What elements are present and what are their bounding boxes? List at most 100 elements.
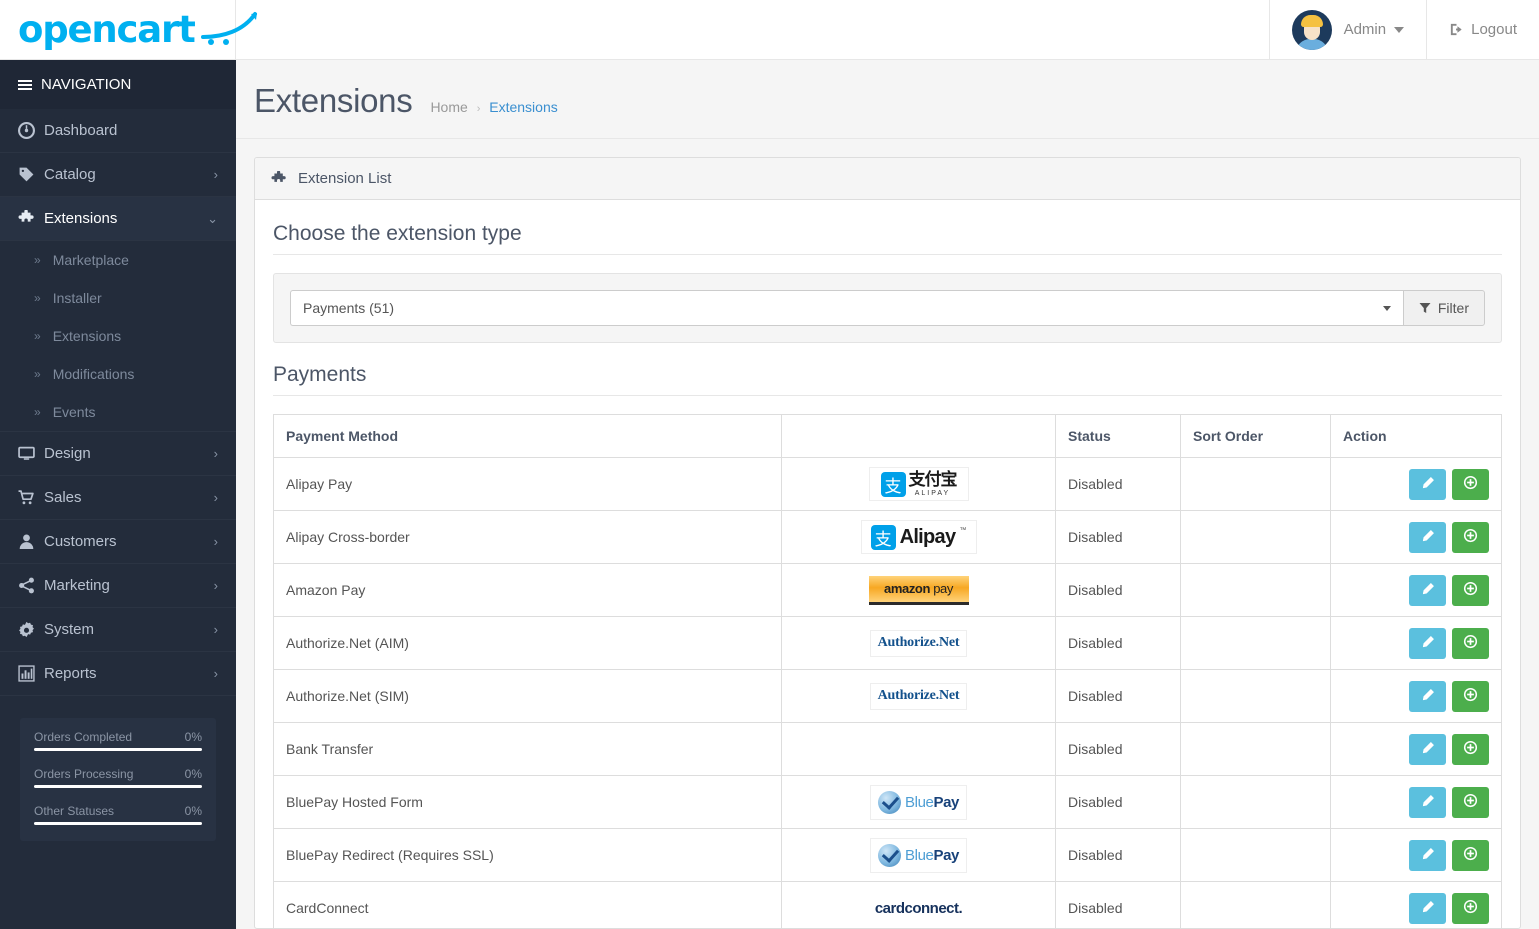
- cell-action: [1330, 457, 1502, 511]
- edit-button[interactable]: [1409, 521, 1446, 553]
- sidebar-item-system[interactable]: System ›: [0, 608, 236, 652]
- breadcrumb-separator-icon: ›: [476, 103, 481, 115]
- table-header-row: Payment Method Status Sort Order Action: [273, 414, 1502, 458]
- sidebar-item-customers[interactable]: Customers ›: [0, 520, 236, 564]
- stat-other-statuses-label: Other Statuses: [34, 804, 115, 818]
- admin-page: opencart Admin Logout NAVIGATION Dashboa…: [0, 0, 1539, 929]
- plus-circle-icon: [1463, 793, 1478, 811]
- cell-sort-order: [1180, 669, 1331, 723]
- sidebar-item-sales[interactable]: Sales ›: [0, 476, 236, 520]
- breadcrumb-home[interactable]: Home: [430, 99, 467, 115]
- chevron-right-icon: ›: [213, 578, 218, 593]
- cell-logo: 支支付宝 ALIPAY: [781, 457, 1056, 511]
- sidebar-item-installer[interactable]: » Installer: [0, 279, 236, 317]
- page-header: Extensions Home › Extensions: [236, 60, 1539, 139]
- sidebar-item-design[interactable]: Design ›: [0, 432, 236, 476]
- authorize-net-logo: Authorize.Net: [870, 682, 967, 710]
- cell-action: [1330, 563, 1502, 617]
- sidebar-nav-title[interactable]: NAVIGATION: [0, 60, 236, 109]
- pencil-icon: [1421, 847, 1435, 864]
- chevron-down-icon: [1382, 305, 1391, 311]
- pencil-icon: [1421, 476, 1435, 493]
- monitor-icon: [18, 445, 44, 462]
- amazon-pay-logo: amazon pay: [868, 575, 969, 605]
- cell-status: Disabled: [1055, 722, 1181, 776]
- install-button[interactable]: [1452, 627, 1489, 659]
- sidebar-item-modifications[interactable]: » Modifications: [0, 355, 236, 393]
- edit-button[interactable]: [1409, 680, 1446, 712]
- header-sort-order: Sort Order: [1180, 414, 1331, 458]
- plus-circle-icon: [1463, 634, 1478, 652]
- double-chevron-icon: »: [34, 405, 41, 419]
- cell-payment-method: CardConnect: [273, 881, 782, 928]
- panel-body: Choose the extension type Payments (51): [255, 200, 1520, 928]
- edit-button[interactable]: [1409, 733, 1446, 765]
- top-bar: opencart Admin Logout: [0, 0, 1539, 60]
- puzzle-icon: [271, 170, 287, 187]
- edit-button[interactable]: [1409, 839, 1446, 871]
- edit-button[interactable]: [1409, 786, 1446, 818]
- cell-status: Disabled: [1055, 563, 1181, 617]
- plus-circle-icon: [1463, 687, 1478, 705]
- install-button[interactable]: [1452, 574, 1489, 606]
- sidebar-item-marketplace[interactable]: » Marketplace: [0, 241, 236, 279]
- sidebar-item-extensions[interactable]: Extensions ⌄: [0, 197, 236, 241]
- sidebar-item-customers-label: Customers: [44, 533, 117, 550]
- edit-button[interactable]: [1409, 574, 1446, 606]
- user-icon: [18, 533, 44, 550]
- install-button[interactable]: [1452, 839, 1489, 871]
- sidebar-item-catalog[interactable]: Catalog ›: [0, 153, 236, 197]
- install-button[interactable]: [1452, 733, 1489, 765]
- edit-button[interactable]: [1409, 892, 1446, 924]
- sidebar-item-marketing[interactable]: Marketing ›: [0, 564, 236, 608]
- breadcrumb-extensions[interactable]: Extensions: [489, 99, 557, 115]
- cell-logo: amazon pay: [781, 563, 1056, 617]
- extension-list-panel: Extension List Choose the extension type…: [254, 157, 1521, 929]
- gear-icon: [18, 621, 44, 638]
- stat-orders-completed-label: Orders Completed: [34, 730, 133, 744]
- sidebar-item-marketplace-label: Marketplace: [52, 252, 129, 268]
- install-button[interactable]: [1452, 892, 1489, 924]
- install-button[interactable]: [1452, 521, 1489, 553]
- cell-payment-method: Alipay Pay: [273, 457, 782, 511]
- cell-status: Disabled: [1055, 828, 1181, 882]
- filter-button[interactable]: Filter: [1402, 290, 1485, 326]
- sidebar-item-dashboard[interactable]: Dashboard: [0, 109, 236, 153]
- chevron-right-icon: ›: [213, 167, 218, 182]
- edit-button[interactable]: [1409, 627, 1446, 659]
- cell-payment-method: Authorize.Net (SIM): [273, 669, 782, 723]
- extension-type-select[interactable]: Payments (51): [290, 290, 1403, 326]
- cell-action: [1330, 510, 1502, 564]
- hamburger-icon: [18, 79, 32, 90]
- user-menu[interactable]: Admin: [1268, 0, 1427, 60]
- cell-payment-method: Bank Transfer: [273, 722, 782, 776]
- divider: [273, 254, 1502, 255]
- plus-circle-icon: [1463, 899, 1478, 917]
- edit-button[interactable]: [1409, 468, 1446, 500]
- sidebar-item-events[interactable]: » Events: [0, 393, 236, 432]
- double-chevron-icon: »: [34, 253, 41, 267]
- plus-circle-icon: [1463, 475, 1478, 493]
- sidebar-item-extensions-sub[interactable]: » Extensions: [0, 317, 236, 355]
- install-button[interactable]: [1452, 468, 1489, 500]
- cell-sort-order: [1180, 510, 1331, 564]
- table-row: BluePay Hosted Form BluePay Disabled: [273, 775, 1502, 829]
- install-button[interactable]: [1452, 786, 1489, 818]
- share-icon: [18, 577, 44, 594]
- dashboard-icon: [18, 122, 44, 139]
- chevron-down-icon: ⌄: [207, 210, 218, 226]
- puzzle-icon: [18, 210, 44, 227]
- sidebar-item-reports[interactable]: Reports ›: [0, 652, 236, 696]
- stat-orders-completed: Orders Completed 0%: [34, 730, 202, 744]
- logout-button[interactable]: Logout: [1426, 0, 1539, 60]
- header-action: Action: [1330, 414, 1502, 458]
- sidebar: NAVIGATION Dashboard Catalog › Extension…: [0, 60, 236, 929]
- sidebar-nav-title-label: NAVIGATION: [41, 76, 132, 93]
- extension-type-select-value: Payments (51): [303, 300, 395, 316]
- header-status: Status: [1055, 414, 1181, 458]
- pencil-icon: [1421, 529, 1435, 546]
- extensions-table: Payment Method Status Sort Order Action …: [273, 414, 1502, 928]
- brand-logo[interactable]: opencart: [0, 0, 257, 59]
- install-button[interactable]: [1452, 680, 1489, 712]
- cell-logo: Authorize.Net: [781, 669, 1056, 723]
